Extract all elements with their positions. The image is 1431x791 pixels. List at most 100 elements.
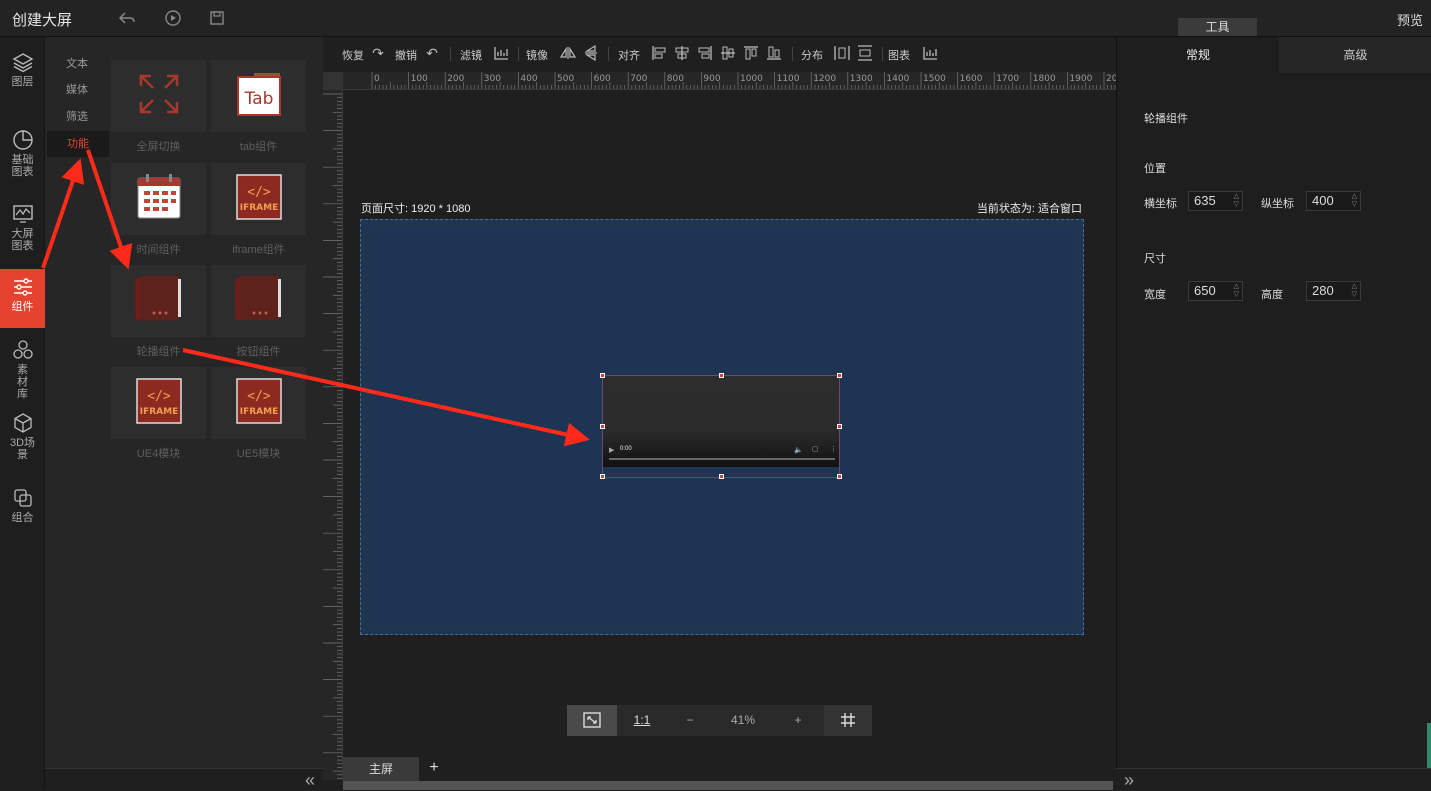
calendar-icon	[137, 174, 181, 219]
distribute-button[interactable]: 分布	[801, 47, 823, 63]
filter-button[interactable]: 滤镜	[460, 47, 482, 63]
nav-item-materials[interactable]: 素材库	[0, 339, 45, 400]
redo-button[interactable]: 恢复	[342, 47, 364, 63]
y-input[interactable]: 400 △ ▽	[1306, 191, 1361, 211]
sub-item-filter[interactable]: 筛选	[45, 104, 109, 130]
save-icon[interactable]	[208, 9, 226, 27]
component-carousel[interactable]: 轮播组件	[111, 265, 206, 359]
component-label: 全屏切换	[136, 141, 181, 153]
stepper-icon[interactable]: △ ▽	[1234, 283, 1239, 299]
align-bottom-icon[interactable]	[766, 45, 782, 61]
tab-advanced[interactable]: 高级	[1279, 37, 1431, 73]
video-player[interactable]: ▶ 0:00 🔈 ▢ ⋮	[603, 376, 839, 467]
tab-normal[interactable]: 常规	[1117, 37, 1279, 73]
align-left-icon[interactable]	[651, 45, 667, 61]
component-ue5[interactable]: </> IFRAME UE5模块	[211, 367, 306, 461]
collapse-right-icon[interactable]: »	[1124, 770, 1134, 791]
zoom-out-button[interactable]: −	[667, 705, 713, 736]
actual-size-button[interactable]: 1:1	[617, 705, 667, 736]
chart-icon[interactable]	[922, 45, 938, 61]
nav-item-basic-charts[interactable]: 基础图表	[0, 129, 45, 189]
component-tab[interactable]: Tab tab组件	[211, 60, 306, 154]
mirror-vertical-icon[interactable]	[583, 44, 599, 62]
horizontal-scrollbar[interactable]	[343, 781, 1113, 790]
chart-button[interactable]: 图表	[888, 47, 910, 63]
nav-item-screen-charts[interactable]: 大屏图表	[0, 203, 45, 263]
collapse-left-icon[interactable]: «	[305, 770, 315, 791]
resize-handle[interactable]	[600, 424, 605, 429]
stepper-icon[interactable]: △ ▽	[1234, 193, 1239, 209]
svg-text:</>: </>	[147, 389, 171, 404]
stepper-icon[interactable]: △ ▽	[1352, 283, 1357, 299]
right-edge-tab[interactable]	[1427, 723, 1431, 768]
pie-chart-icon	[12, 130, 33, 150]
fullscreen-icon[interactable]: ▢	[812, 445, 819, 453]
nav-item-layers[interactable]: 图层	[0, 51, 45, 101]
carousel-icon	[134, 276, 181, 321]
align-center-icon[interactable]	[674, 45, 690, 61]
distribute-horizontal-icon[interactable]	[834, 45, 850, 61]
grid-toggle-button[interactable]	[824, 705, 872, 736]
component-ue4[interactable]: </> IFRAME UE4模块	[111, 367, 206, 461]
align-button[interactable]: 对齐	[618, 47, 640, 63]
add-screen-button[interactable]: +	[423, 757, 445, 779]
undo-button[interactable]: 撤销	[395, 47, 417, 63]
align-top-icon[interactable]	[743, 45, 759, 61]
ruler-label: 1300	[850, 74, 873, 84]
mirror-button[interactable]: 镜像	[526, 47, 548, 63]
align-middle-icon[interactable]	[720, 45, 736, 61]
component-label: UE4模块	[136, 448, 181, 460]
size-title: 尺寸	[1144, 253, 1166, 265]
resize-handle[interactable]	[719, 474, 724, 479]
screen-tabs: 主屏 +	[343, 757, 1116, 781]
play-icon[interactable]: ▶	[609, 446, 614, 454]
play-icon[interactable]	[164, 9, 182, 27]
resize-handle[interactable]	[719, 373, 724, 378]
resize-handle[interactable]	[600, 474, 605, 479]
resize-handle[interactable]	[837, 424, 842, 429]
carousel-widget[interactable]: ▶ 0:00 🔈 ▢ ⋮	[600, 373, 842, 479]
nav-item-group[interactable]: 组合	[0, 487, 45, 532]
height-input[interactable]: 280 △ ▽	[1306, 281, 1361, 301]
fit-window-button[interactable]	[567, 705, 617, 736]
distribute-vertical-icon[interactable]	[857, 45, 873, 61]
resize-handle[interactable]	[837, 373, 842, 378]
resize-handle[interactable]	[837, 474, 842, 479]
component-panel: 全屏切换 Tab tab组件 时间组件 </> IFRAME iframe组件 …	[109, 37, 323, 768]
toolbar-divider	[518, 47, 519, 61]
toolbar-divider	[882, 47, 883, 61]
component-label: UE5模块	[236, 448, 281, 460]
component-iframe[interactable]: </> IFRAME iframe组件	[211, 163, 306, 257]
resize-handle[interactable]	[600, 373, 605, 378]
editor-toolbar: 恢复 ↷ 撤销 ↶ 滤镜 镜像 对齐 分布 图表	[340, 42, 1120, 68]
filter-chart-icon[interactable]	[493, 45, 509, 61]
nav-item-3d-scene[interactable]: 3D场景	[0, 412, 45, 472]
width-input[interactable]: 650 △ ▽	[1188, 281, 1243, 301]
volume-icon[interactable]: 🔈	[794, 446, 803, 454]
tab-main-screen[interactable]: 主屏	[343, 757, 419, 781]
back-icon[interactable]	[118, 9, 136, 27]
grid-icon	[841, 713, 855, 727]
redo-icon[interactable]: ↷	[370, 45, 386, 61]
x-input[interactable]: 635 △ ▽	[1188, 191, 1243, 211]
component-time[interactable]: 时间组件	[111, 163, 206, 257]
properties-panel: 常规 高级 轮播组件 位置 横坐标 635 △ ▽ 纵坐标 400 △ ▽ 尺寸 宽…	[1116, 37, 1431, 790]
undo-icon[interactable]: ↶	[424, 45, 440, 61]
video-progress[interactable]	[609, 458, 835, 460]
sub-item-media[interactable]: 媒体	[45, 77, 109, 103]
nav-item-components[interactable]: 组件	[0, 269, 45, 328]
component-button[interactable]: 按钮组件	[211, 265, 306, 359]
component-fullscreen[interactable]: 全屏切换	[111, 60, 206, 154]
ruler-label: 1000	[740, 74, 763, 84]
zoom-in-button[interactable]: +	[773, 705, 823, 736]
preview-button[interactable]: 预览	[1397, 10, 1423, 29]
mirror-horizontal-icon[interactable]	[559, 45, 577, 61]
sub-item-text[interactable]: 文本	[45, 51, 109, 77]
tool-badge[interactable]: 工具	[1178, 18, 1257, 36]
ruler-label: 900	[703, 74, 720, 84]
stepper-icon[interactable]: △ ▽	[1352, 193, 1357, 209]
more-icon[interactable]: ⋮	[830, 445, 837, 453]
align-right-icon[interactable]	[697, 45, 713, 61]
horizontal-ruler: 0 100 200 300 400 500 600 700 800 900 1000 1100 1200…	[343, 72, 1116, 90]
sub-item-function[interactable]: 功能	[47, 131, 109, 157]
